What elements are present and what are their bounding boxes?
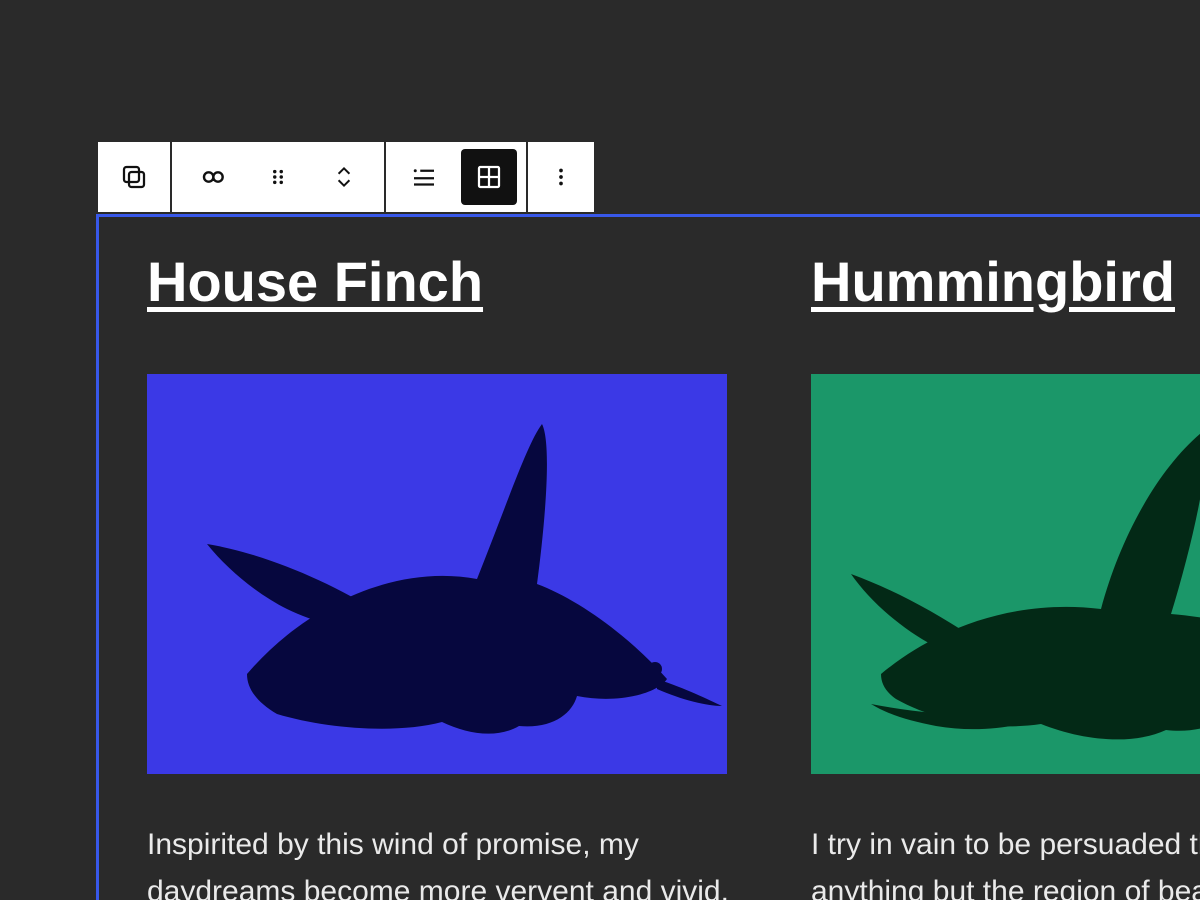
drag-handle[interactable] xyxy=(245,142,311,212)
block-toolbar xyxy=(96,140,596,214)
pattern-button[interactable] xyxy=(179,142,245,212)
toolbar-cell-layout xyxy=(386,142,528,212)
grid-icon xyxy=(474,162,504,192)
post-card: Hummingbird I try in vain to be persuad xyxy=(811,249,1200,900)
query-loop-block[interactable]: House Finch Inspirited by this wind of xyxy=(96,214,1200,900)
list-icon xyxy=(409,162,439,192)
post-card: House Finch Inspirited by this wind of xyxy=(147,249,747,900)
more-vertical-icon xyxy=(548,164,574,190)
post-excerpt: Inspirited by this wind of promise, my d… xyxy=(147,822,747,900)
movers-button[interactable] xyxy=(311,142,377,212)
infinity-icon xyxy=(196,161,228,193)
list-layout-button[interactable] xyxy=(391,142,457,212)
featured-image[interactable] xyxy=(811,374,1200,774)
featured-image[interactable] xyxy=(147,374,727,774)
drag-icon xyxy=(265,164,291,190)
chevrons-vertical-icon xyxy=(331,161,357,193)
post-excerpt: I try in vain to be persuaded that the a… xyxy=(811,822,1200,900)
post-title-link[interactable]: Hummingbird xyxy=(811,249,1200,314)
toolbar-cell-pattern-group xyxy=(172,142,386,212)
grid-layout-button[interactable] xyxy=(461,149,517,205)
stack-icon xyxy=(119,162,149,192)
toolbar-cell-transform xyxy=(98,142,172,212)
toolbar-cell-more xyxy=(528,142,594,212)
post-title-link[interactable]: House Finch xyxy=(147,249,747,314)
more-options-button[interactable] xyxy=(528,142,594,212)
post-grid: House Finch Inspirited by this wind of xyxy=(147,249,1152,900)
transform-button[interactable] xyxy=(101,142,167,212)
